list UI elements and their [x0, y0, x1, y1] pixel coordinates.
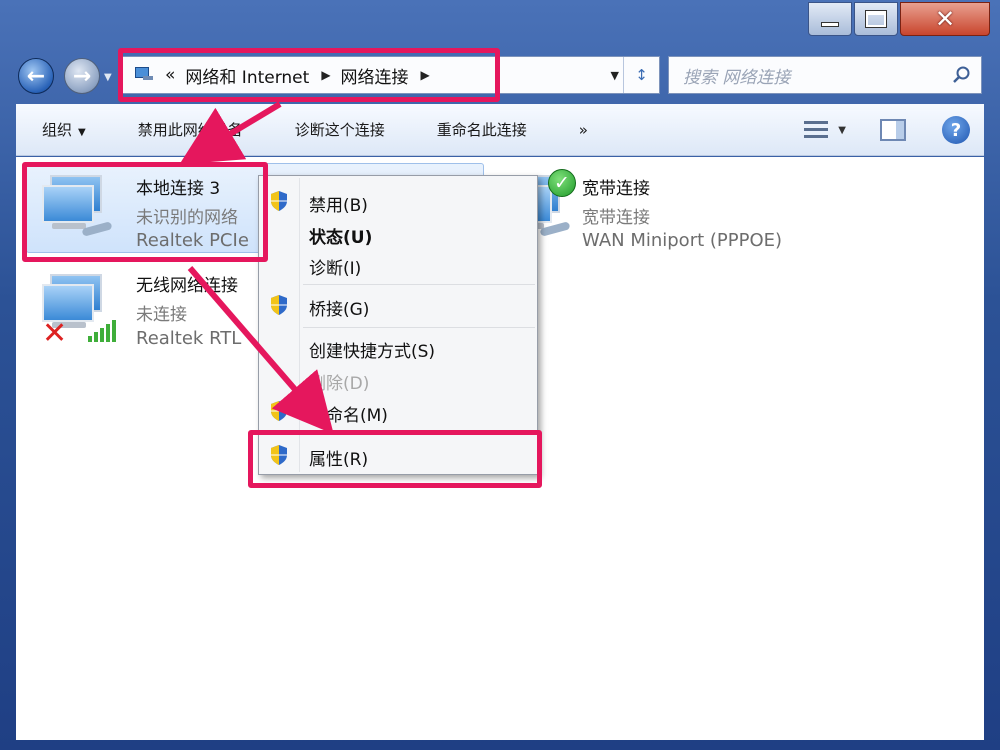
organize-menu[interactable]: 组织 ▼ — [16, 119, 112, 140]
close-icon: ✕ — [934, 5, 956, 33]
menu-separator — [303, 284, 535, 285]
preview-pane-icon[interactable] — [880, 119, 906, 141]
menu-gutter — [299, 178, 300, 472]
menu-item-bridge[interactable]: 桥接(G) — [309, 295, 369, 320]
search-input[interactable]: 搜索 网络连接 — [683, 63, 790, 88]
menu-separator — [303, 327, 535, 328]
maximize-button[interactable] — [854, 2, 898, 36]
disconnected-x-icon: ✕ — [42, 316, 68, 351]
signal-strength-icon — [88, 320, 118, 342]
highlight-box-connection — [22, 162, 268, 262]
menu-item-create-shortcut[interactable]: 创建快捷方式(S) — [309, 337, 435, 362]
search-icon[interactable] — [953, 66, 971, 84]
rename-button[interactable]: 重命名此连接 — [411, 119, 553, 140]
highlight-box-address — [118, 48, 500, 102]
forward-button[interactable]: → — [64, 58, 100, 94]
organize-label: 组织 — [42, 121, 73, 139]
maximize-icon — [865, 10, 887, 28]
back-button[interactable]: ← — [18, 58, 54, 94]
refresh-button[interactable]: ↕ — [623, 57, 659, 93]
diagnose-button[interactable]: 诊断这个连接 — [269, 119, 411, 140]
disable-device-button[interactable]: 禁用此网络设备 — [112, 119, 269, 140]
more-commands-button[interactable]: » — [553, 121, 614, 139]
highlight-box-properties — [248, 430, 542, 488]
menu-item-delete: 删除(D) — [309, 374, 370, 394]
view-options-chevron-icon[interactable]: ▼ — [838, 125, 846, 136]
menu-item-status[interactable]: 状态(U) — [309, 223, 372, 248]
connection-status: 宽带连接 — [582, 208, 650, 228]
refresh-icon: ↕ — [635, 66, 648, 84]
address-dropdown-icon[interactable]: ▼ — [611, 69, 619, 82]
uac-shield-icon — [271, 191, 287, 211]
caption-buttons: ✕ — [806, 2, 990, 36]
connection-device: WAN Miniport (PPPOE) — [582, 230, 783, 251]
change-view-icon[interactable] — [804, 119, 829, 141]
window-frame: ✕ ← → ▼ « 网络和 Internet ▶ 网络连接 ▶ ▼ ↕ 搜索 网… — [0, 0, 1000, 750]
connection-name: 宽带连接 — [582, 179, 650, 199]
connected-check-icon: ✓ — [548, 169, 576, 197]
close-button[interactable]: ✕ — [900, 2, 990, 36]
recent-pages-dropdown[interactable]: ▼ — [104, 72, 112, 83]
command-bar-right: ▼ ? — [804, 104, 984, 156]
menu-item-diagnose[interactable]: 诊断(I) — [309, 254, 361, 279]
menu-item-disable[interactable]: 禁用(B) — [309, 191, 368, 216]
connection-status: 未连接 — [136, 305, 187, 325]
uac-shield-icon — [271, 295, 287, 315]
search-box[interactable]: 搜索 网络连接 — [668, 56, 982, 94]
help-icon[interactable]: ? — [942, 116, 970, 144]
chevron-down-icon: ▼ — [78, 127, 86, 138]
menu-item-rename[interactable]: 重命名(M) — [309, 401, 388, 426]
uac-shield-icon — [271, 401, 287, 421]
minimize-button[interactable] — [808, 2, 852, 36]
command-bar: 组织 ▼ 禁用此网络设备 诊断这个连接 重命名此连接 » ▼ ? — [16, 104, 984, 156]
connection-name: 无线网络连接 — [136, 276, 238, 296]
connection-device: Realtek RTL — [136, 328, 242, 349]
minimize-icon — [821, 21, 839, 27]
